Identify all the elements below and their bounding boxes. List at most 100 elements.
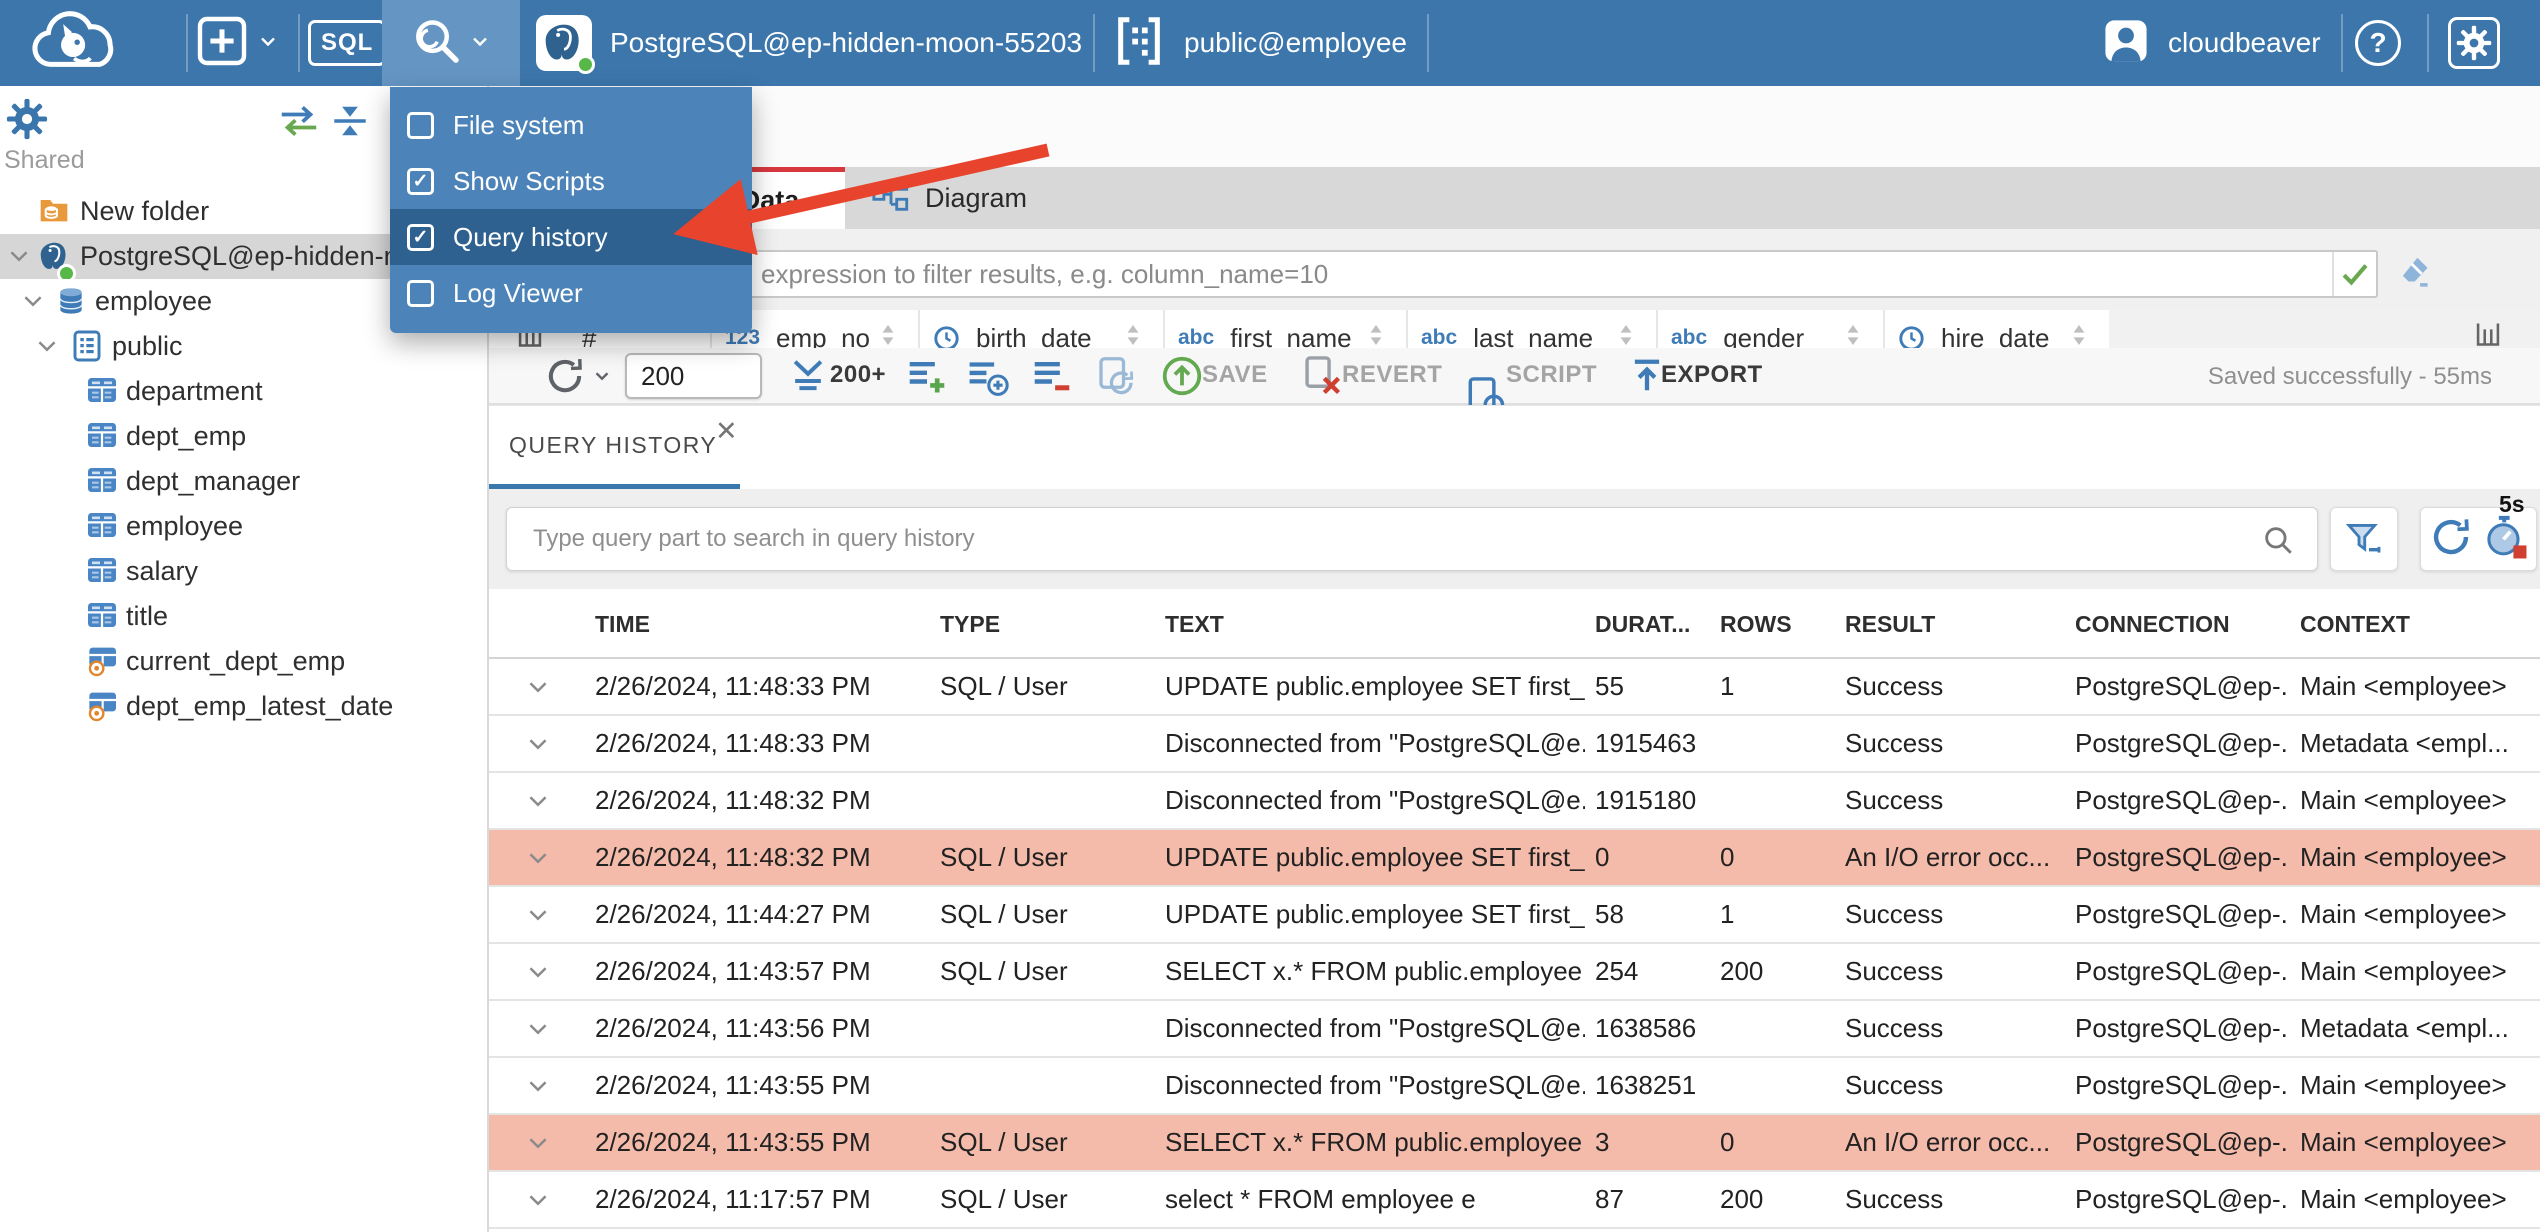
sidebar-item-current-dept-emp[interactable]: current_dept_emp	[0, 639, 487, 684]
filter-expression-input[interactable]	[522, 252, 2531, 296]
sort-icon[interactable]	[1123, 322, 1143, 349]
user-menu[interactable]: cloudbeaver	[2102, 0, 2321, 86]
expand-row-chevron-icon[interactable]	[525, 1130, 551, 1163]
expander-chevron-icon[interactable]	[6, 243, 32, 276]
history-column-rows[interactable]: ROWS	[1720, 611, 1792, 638]
query-history-tab[interactable]: QUERY HISTORY	[509, 432, 717, 459]
history-column-result[interactable]: RESULT	[1845, 611, 1935, 638]
help-button[interactable]	[2355, 0, 2401, 86]
menu-item-log-viewer[interactable]: Log Viewer	[390, 265, 752, 321]
expand-row-chevron-icon[interactable]	[525, 731, 551, 764]
row-limit-input[interactable]	[625, 353, 762, 399]
save-icon[interactable]	[1160, 354, 1204, 403]
checkbox-unchecked-icon[interactable]	[407, 279, 434, 307]
settings-button[interactable]	[2448, 0, 2500, 86]
add-row-icon[interactable]	[905, 354, 949, 403]
sidebar-item-dept-emp[interactable]: dept_emp	[0, 414, 487, 459]
sidebar-settings-gear-icon[interactable]	[6, 98, 48, 145]
history-column-type[interactable]: TYPE	[940, 611, 1000, 638]
close-icon[interactable]	[715, 416, 738, 447]
grid-column-last-name[interactable]: abc last_name	[1406, 310, 1656, 348]
sidebar-item-department[interactable]: department	[0, 369, 487, 414]
tree-item-label: New folder	[80, 196, 210, 226]
history-cell-result: An I/O error occ...	[1845, 842, 2051, 872]
menu-item-show-scripts[interactable]: ✓ Show Scripts	[390, 153, 752, 209]
history-column-context[interactable]: CONTEXT	[2300, 611, 2410, 638]
sidebar-item-dept-emp-latest-date[interactable]: dept_emp_latest_date	[0, 684, 487, 729]
expand-row-chevron-icon[interactable]	[525, 1073, 551, 1106]
sort-icon[interactable]	[878, 322, 898, 349]
revert-icon[interactable]	[1300, 354, 1344, 403]
clear-filter-eraser-icon[interactable]	[2395, 253, 2433, 296]
save-button[interactable]: SAVE	[1202, 361, 1268, 389]
history-column-durat[interactable]: DURAT...	[1595, 611, 1690, 638]
expand-row-chevron-icon[interactable]	[525, 674, 551, 707]
checkbox-checked-icon[interactable]: ✓	[407, 223, 434, 251]
sort-icon[interactable]	[1366, 322, 1386, 349]
expand-row-chevron-icon[interactable]	[525, 959, 551, 992]
history-row[interactable]: 2/26/2024, 11:48:33 PM Disconnected from …	[489, 716, 2540, 773]
expand-row-chevron-icon[interactable]	[525, 788, 551, 821]
history-column-connection[interactable]: CONNECTION	[2075, 611, 2230, 638]
schema-selector[interactable]: public@employee	[1112, 0, 1407, 86]
new-connection-button[interactable]	[196, 0, 280, 86]
history-cell-type: SQL / User	[940, 671, 1068, 701]
collapse-all-icon[interactable]	[330, 101, 370, 146]
menu-item-query-history[interactable]: ✓ Query history	[390, 209, 752, 265]
expand-row-chevron-icon[interactable]	[525, 902, 551, 935]
tools-menu-button[interactable]	[382, 0, 520, 86]
checkbox-checked-icon[interactable]: ✓	[407, 167, 434, 195]
grid-column-first-name[interactable]: abc first_name	[1163, 310, 1406, 348]
auto-refresh-script-icon[interactable]	[1095, 354, 1137, 403]
sort-icon[interactable]	[1843, 322, 1863, 349]
expander-chevron-icon[interactable]	[20, 288, 46, 321]
tab-diagram[interactable]: Diagram	[845, 167, 1053, 229]
sql-editor-button[interactable]: SQL	[308, 0, 387, 86]
expand-row-chevron-icon[interactable]	[525, 1187, 551, 1220]
history-row[interactable]: 2/26/2024, 11:48:32 PM SQL / User UPDATE p…	[489, 830, 2540, 887]
history-search-input[interactable]	[507, 508, 2273, 570]
history-row[interactable]: 2/26/2024, 11:43:56 PM Disconnected from …	[489, 1001, 2540, 1058]
connection-selector[interactable]: PostgreSQL@ep-hidden-moon-55203	[536, 0, 1082, 86]
grid-column-hire-date[interactable]: hire_date	[1883, 310, 2109, 348]
history-filter-button[interactable]	[2330, 507, 2398, 571]
sort-icon[interactable]	[2069, 322, 2089, 349]
refresh-icon[interactable]	[543, 354, 587, 403]
history-row[interactable]: 2/26/2024, 11:43:57 PM SQL / User SELECT x…	[489, 944, 2540, 1001]
grid-column-gender[interactable]: abc gender	[1656, 310, 1883, 348]
history-row[interactable]: 2/26/2024, 11:43:55 PM SQL / User SELECT x…	[489, 1115, 2540, 1172]
history-row[interactable]: 2/26/2024, 11:48:32 PM Disconnected from …	[489, 773, 2540, 830]
sync-connections-icon[interactable]	[276, 102, 322, 145]
refresh-chevron-icon[interactable]	[591, 365, 613, 392]
history-row[interactable]: 2/26/2024, 11:44:27 PM SQL / User UPDATE p…	[489, 887, 2540, 944]
menu-item-file-system[interactable]: File system	[390, 97, 752, 153]
sidebar-item-employee[interactable]: employee	[0, 504, 487, 549]
sort-icon[interactable]	[1616, 322, 1636, 349]
expand-row-chevron-icon[interactable]	[525, 1016, 551, 1049]
refresh-icon[interactable]	[2429, 515, 2473, 564]
expand-row-chevron-icon[interactable]	[525, 845, 551, 878]
history-column-text[interactable]: TEXT	[1165, 611, 1224, 638]
expander-chevron-icon[interactable]	[34, 333, 60, 366]
apply-filter-button[interactable]	[2332, 252, 2376, 296]
fetch-more-icon[interactable]	[788, 354, 828, 403]
history-column-time[interactable]: TIME	[595, 611, 650, 638]
checkbox-unchecked-icon[interactable]	[407, 111, 434, 139]
delete-row-icon[interactable]	[1030, 354, 1074, 403]
auto-refresh-timer-icon[interactable]	[2482, 514, 2528, 565]
fetch-more-button[interactable]: 200+	[830, 361, 886, 389]
sidebar-item-salary[interactable]: salary	[0, 549, 487, 594]
history-cell-result: Success	[1845, 1013, 1944, 1043]
grid-icon[interactable]	[2474, 320, 2502, 348]
export-button[interactable]: EXPORT	[1661, 361, 1763, 389]
history-row[interactable]: 2/26/2024, 11:48:33 PM SQL / User UPDATE p…	[489, 659, 2540, 716]
duplicate-row-icon[interactable]	[965, 354, 1011, 403]
cloudbeaver-logo-icon[interactable]	[24, 0, 128, 86]
grid-column-birth-date[interactable]: birth_date	[918, 310, 1163, 348]
sidebar-item-title[interactable]: title	[0, 594, 487, 639]
script-button[interactable]: SCRIPT	[1506, 361, 1597, 389]
history-row[interactable]: 2/26/2024, 11:17:57 PM SQL / User select *…	[489, 1172, 2540, 1229]
sidebar-item-dept-manager[interactable]: dept_manager	[0, 459, 487, 504]
history-row[interactable]: 2/26/2024, 11:43:55 PM Disconnected from …	[489, 1058, 2540, 1115]
revert-button[interactable]: REVERT	[1342, 361, 1442, 389]
